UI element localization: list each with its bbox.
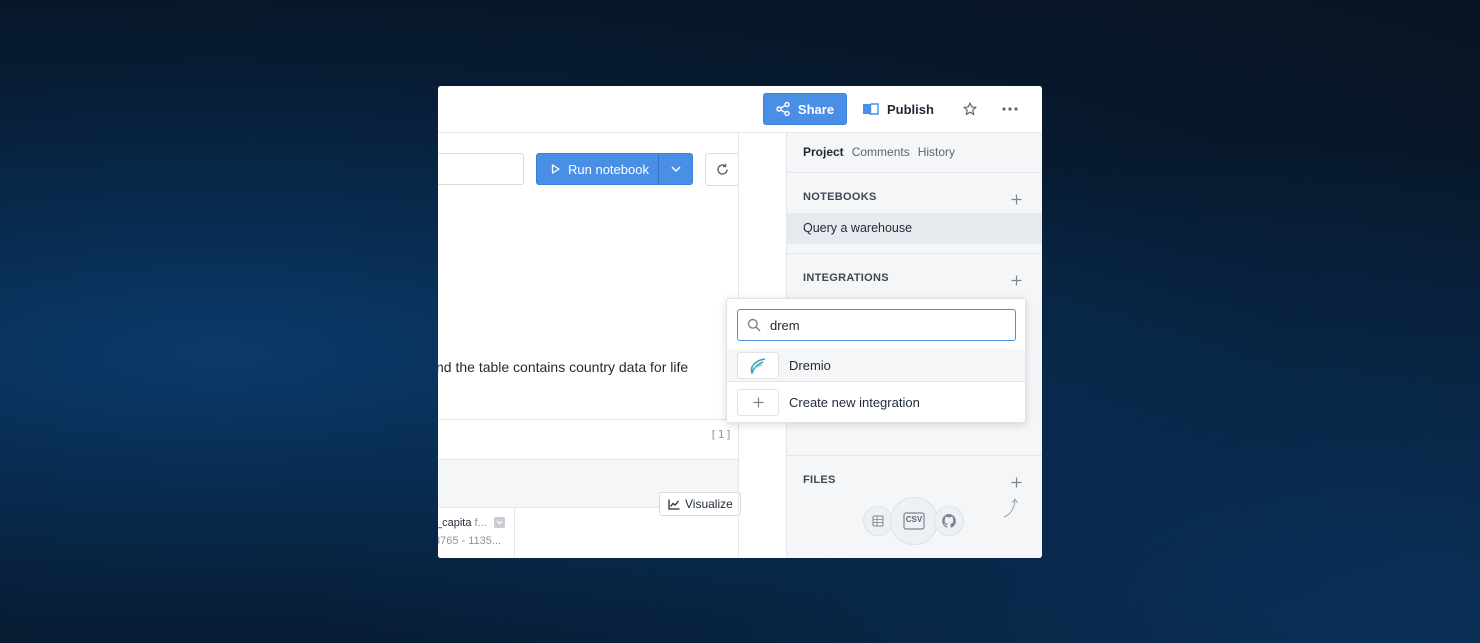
tab-project[interactable]: Project (803, 145, 844, 159)
star-icon (963, 102, 977, 116)
code-cell[interactable]: [1] (438, 419, 739, 460)
table-column-header[interactable]: _capita f... 3765 - 1135... (438, 508, 515, 558)
dremio-icon (737, 352, 779, 379)
run-notebook-label: Run notebook (568, 161, 649, 177)
integration-search-box[interactable] (737, 309, 1016, 341)
ellipsis-icon (1002, 107, 1018, 111)
visualize-label: Visualize (685, 497, 733, 511)
run-options-dropdown[interactable] (659, 154, 692, 184)
run-notebook-button[interactable]: Run notebook (536, 153, 693, 185)
share-icon (776, 102, 790, 116)
github-icon[interactable] (934, 506, 964, 536)
sidebar-tabs: Project Comments History (803, 145, 955, 159)
integrations-title: INTEGRATIONS (803, 272, 889, 284)
line-chart-icon (668, 499, 680, 510)
curved-arrow-icon (1003, 498, 1018, 518)
notebooks-title: NOTEBOOKS (803, 191, 877, 203)
csv-label: CSV (905, 515, 923, 524)
chevron-down-icon (670, 166, 681, 172)
create-integration-option[interactable]: Create new integration (727, 386, 1025, 419)
column-range: 3765 - 1135... (438, 535, 502, 547)
share-button[interactable]: Share (763, 93, 847, 125)
markdown-description: nd the table contains country data for l… (438, 359, 689, 375)
share-label: Share (797, 101, 835, 117)
run-notebook-main[interactable]: Run notebook (537, 154, 659, 184)
integration-search-input[interactable] (770, 310, 1010, 340)
publish-button[interactable]: Publish (862, 93, 938, 125)
publish-label: Publish (887, 101, 934, 117)
divider (787, 172, 1042, 173)
refresh-icon (716, 163, 728, 175)
integration-option-dremio[interactable]: Dremio (727, 349, 1025, 382)
plus-icon (1011, 275, 1021, 285)
plus-icon (737, 389, 779, 416)
file-upload-options: CSV (861, 496, 971, 548)
divider (727, 381, 1025, 382)
tab-comments[interactable]: Comments (852, 145, 910, 159)
star-button[interactable] (959, 98, 981, 120)
refresh-button[interactable] (705, 153, 739, 186)
column-name: _capita (438, 517, 472, 529)
search-icon (747, 318, 761, 332)
add-notebook-button[interactable] (1009, 192, 1023, 206)
plus-icon (1011, 194, 1021, 204)
integration-search-dropdown: Dremio Create new integration (726, 298, 1026, 423)
play-icon (551, 164, 560, 174)
book-icon (863, 103, 879, 116)
create-integration-label: Create new integration (789, 395, 920, 410)
csv-icon[interactable]: CSV (890, 497, 938, 545)
divider (787, 253, 1042, 254)
column-type: f... (474, 517, 487, 529)
sheets-icon[interactable] (863, 506, 893, 536)
dremio-label: Dremio (789, 358, 831, 373)
divider (787, 455, 1042, 456)
column-menu-icon[interactable] (494, 517, 505, 528)
notebook-title-input[interactable] (438, 153, 524, 185)
plus-icon (1011, 477, 1021, 487)
more-options-button[interactable] (998, 98, 1022, 120)
files-title: FILES (803, 474, 836, 486)
tab-history[interactable]: History (918, 145, 955, 159)
add-integration-button[interactable] (1009, 273, 1023, 287)
top-bar: Share Publish (438, 86, 1042, 133)
visualize-button[interactable]: Visualize (659, 492, 741, 516)
sidebar-item-notebook[interactable]: Query a warehouse (787, 213, 1042, 244)
cell-number: [1] (710, 428, 733, 441)
add-file-button[interactable] (1009, 475, 1023, 489)
